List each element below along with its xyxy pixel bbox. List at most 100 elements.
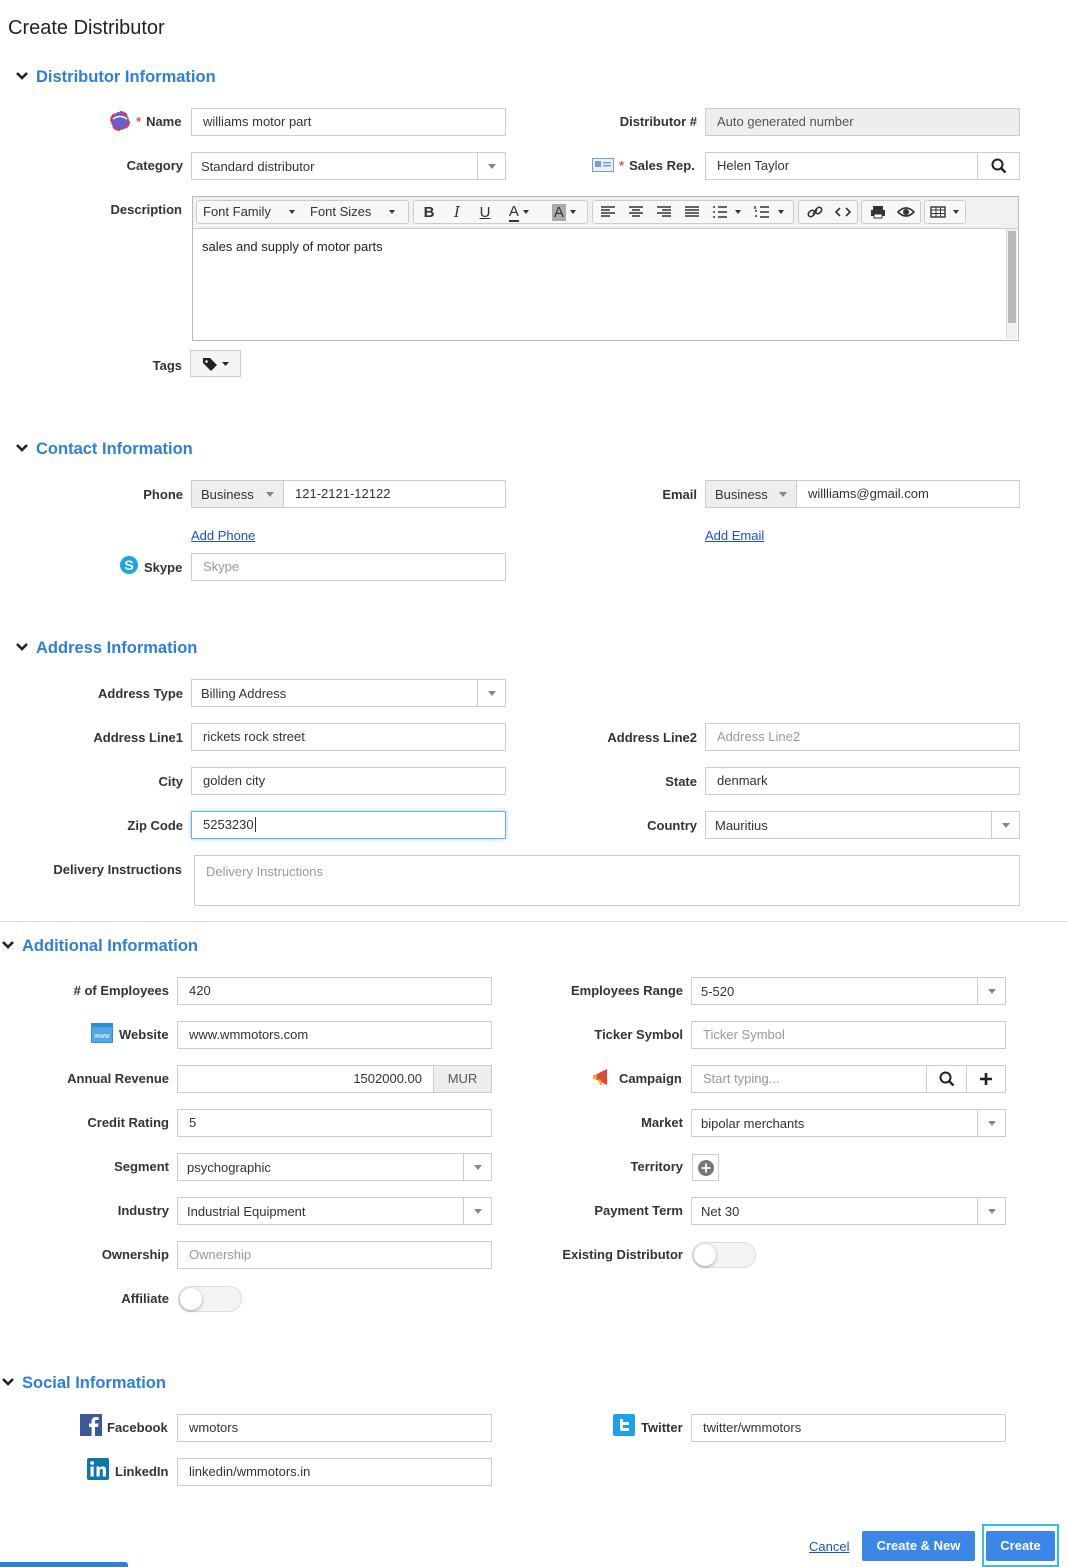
chevron-down-icon <box>16 643 28 651</box>
delivery-instructions-input[interactable]: Delivery Instructions <box>194 855 1020 906</box>
skype-input[interactable]: Skype <box>191 553 506 581</box>
align-justify-icon[interactable] <box>681 201 703 223</box>
affiliate-toggle[interactable] <box>178 1286 242 1312</box>
text-color-icon[interactable]: A <box>502 201 536 223</box>
phone-type-select[interactable]: Business <box>191 480 284 508</box>
align-right-icon[interactable] <box>653 201 675 223</box>
credit-rating-input[interactable]: 5 <box>177 1109 492 1137</box>
link-icon[interactable] <box>803 201 827 223</box>
editor-scrollbar[interactable] <box>1006 229 1017 339</box>
segment-select[interactable]: psychographic <box>177 1153 492 1181</box>
market-label: Market <box>641 1115 683 1130</box>
name-label: * Name <box>136 114 182 129</box>
editor-scrollbar-thumb[interactable] <box>1008 231 1016 323</box>
email-input[interactable]: willliams@gmail.com <box>796 480 1020 508</box>
description-label: Description <box>110 202 182 217</box>
existing-distributor-toggle[interactable] <box>692 1242 756 1268</box>
description-text[interactable]: sales and supply of motor parts <box>202 239 383 254</box>
category-select[interactable]: Standard distributor <box>191 152 506 180</box>
tags-button[interactable] <box>190 350 241 377</box>
cancel-link[interactable]: Cancel <box>809 1539 849 1554</box>
state-input[interactable]: denmark <box>705 767 1020 795</box>
bullet-list-icon[interactable] <box>709 201 745 223</box>
ticker-symbol-input[interactable]: Ticker Symbol <box>691 1021 1006 1049</box>
divider <box>0 921 1068 922</box>
numbered-list-icon[interactable] <box>751 201 789 223</box>
sales-rep-input[interactable]: Helen Taylor <box>705 152 978 180</box>
preview-eye-icon[interactable] <box>894 201 918 223</box>
zip-code-input[interactable]: 5253230 <box>191 811 506 839</box>
section-contact-information[interactable]: Contact Information <box>14 440 193 459</box>
annual-revenue-input[interactable]: 1502000.00 <box>177 1065 434 1093</box>
tags-label: Tags <box>152 358 182 373</box>
chevron-down-icon <box>16 444 28 452</box>
background-color-icon[interactable]: A <box>544 201 584 223</box>
section-address-information[interactable]: Address Information <box>14 639 197 658</box>
address-line2-label: Address Line2 <box>607 730 697 745</box>
email-label: Email <box>662 487 697 502</box>
underline-icon[interactable]: U <box>474 201 496 223</box>
code-icon[interactable] <box>831 201 855 223</box>
linkedin-input[interactable]: linkedin/wmmotors.in <box>177 1458 492 1486</box>
category-value: Standard distributor <box>201 159 315 174</box>
tag-icon <box>202 357 229 371</box>
twitter-input[interactable]: twitter/wmmotors <box>691 1414 1006 1442</box>
bottom-progress-bar <box>0 1562 128 1567</box>
name-input[interactable]: williams motor part <box>191 108 506 136</box>
align-center-icon[interactable] <box>625 201 647 223</box>
create-button[interactable]: Create <box>986 1531 1055 1561</box>
section-additional-information[interactable]: Additional Information <box>0 937 198 956</box>
section-distributor-information[interactable]: Distributor Information <box>14 68 216 87</box>
segment-label: Segment <box>114 1159 169 1174</box>
country-select[interactable]: Mauritius <box>705 811 1020 839</box>
address-line2-input[interactable]: Address Line2 <box>705 723 1020 751</box>
linkedin-label: LinkedIn <box>115 1464 169 1479</box>
industry-select[interactable]: Industrial Equipment <box>177 1197 492 1225</box>
distributor-globe-icon <box>110 111 130 131</box>
employees-input[interactable]: 420 <box>177 977 492 1005</box>
employees-range-label: Employees Range <box>571 983 683 998</box>
italic-icon[interactable]: I <box>446 201 468 223</box>
sales-rep-search-button[interactable] <box>977 152 1020 180</box>
address-type-value: Billing Address <box>201 686 287 701</box>
campaign-search-button[interactable] <box>926 1065 967 1093</box>
city-input[interactable]: golden city <box>191 767 506 795</box>
state-label: State <box>665 774 697 789</box>
campaign-input[interactable]: Start typing... <box>691 1065 927 1093</box>
table-icon[interactable] <box>927 201 965 223</box>
employees-range-select[interactable]: 5-520 <box>691 977 1006 1005</box>
category-label: Category <box>126 158 183 173</box>
section-social-information[interactable]: Social Information <box>0 1374 166 1393</box>
campaign-add-button[interactable] <box>966 1065 1006 1093</box>
page-title: Create Distributor <box>8 17 165 39</box>
email-type-select[interactable]: Business <box>705 480 797 508</box>
phone-label: Phone <box>143 487 183 502</box>
align-left-icon[interactable] <box>597 201 619 223</box>
payment-term-select[interactable]: Net 30 <box>691 1197 1006 1225</box>
print-icon[interactable] <box>866 201 890 223</box>
view-group <box>861 200 921 224</box>
territory-add-button[interactable] <box>692 1154 719 1181</box>
toggle-knob <box>180 1288 202 1310</box>
chevron-down-icon <box>463 1198 491 1224</box>
create-and-new-button[interactable]: Create & New <box>862 1531 975 1561</box>
market-select[interactable]: bipolar merchants <box>691 1109 1006 1137</box>
ownership-input[interactable]: Ownership <box>177 1241 492 1269</box>
phone-input[interactable]: 121-2121-12122 <box>283 480 506 508</box>
website-label: Website <box>119 1027 169 1042</box>
add-email-link[interactable]: Add Email <box>705 528 764 543</box>
ownership-label: Ownership <box>101 1247 169 1262</box>
website-input[interactable]: www.wmmotors.com <box>177 1021 492 1049</box>
chevron-down-icon <box>977 978 1005 1004</box>
description-editor[interactable]: Font Family Font Sizes B I U A A sales a… <box>192 196 1019 341</box>
segment-value: psychographic <box>187 1160 271 1175</box>
add-phone-link[interactable]: Add Phone <box>191 528 255 543</box>
facebook-label: Facebook <box>107 1420 168 1435</box>
chevron-down-icon <box>16 72 28 80</box>
bold-icon[interactable]: B <box>418 201 440 223</box>
font-sizes-dropdown[interactable]: Font Sizes <box>310 201 396 225</box>
font-family-dropdown[interactable]: Font Family <box>203 201 295 225</box>
address-type-select[interactable]: Billing Address <box>191 679 506 707</box>
address-line1-input[interactable]: rickets rock street <box>191 723 506 751</box>
facebook-input[interactable]: wmotors <box>177 1414 492 1442</box>
